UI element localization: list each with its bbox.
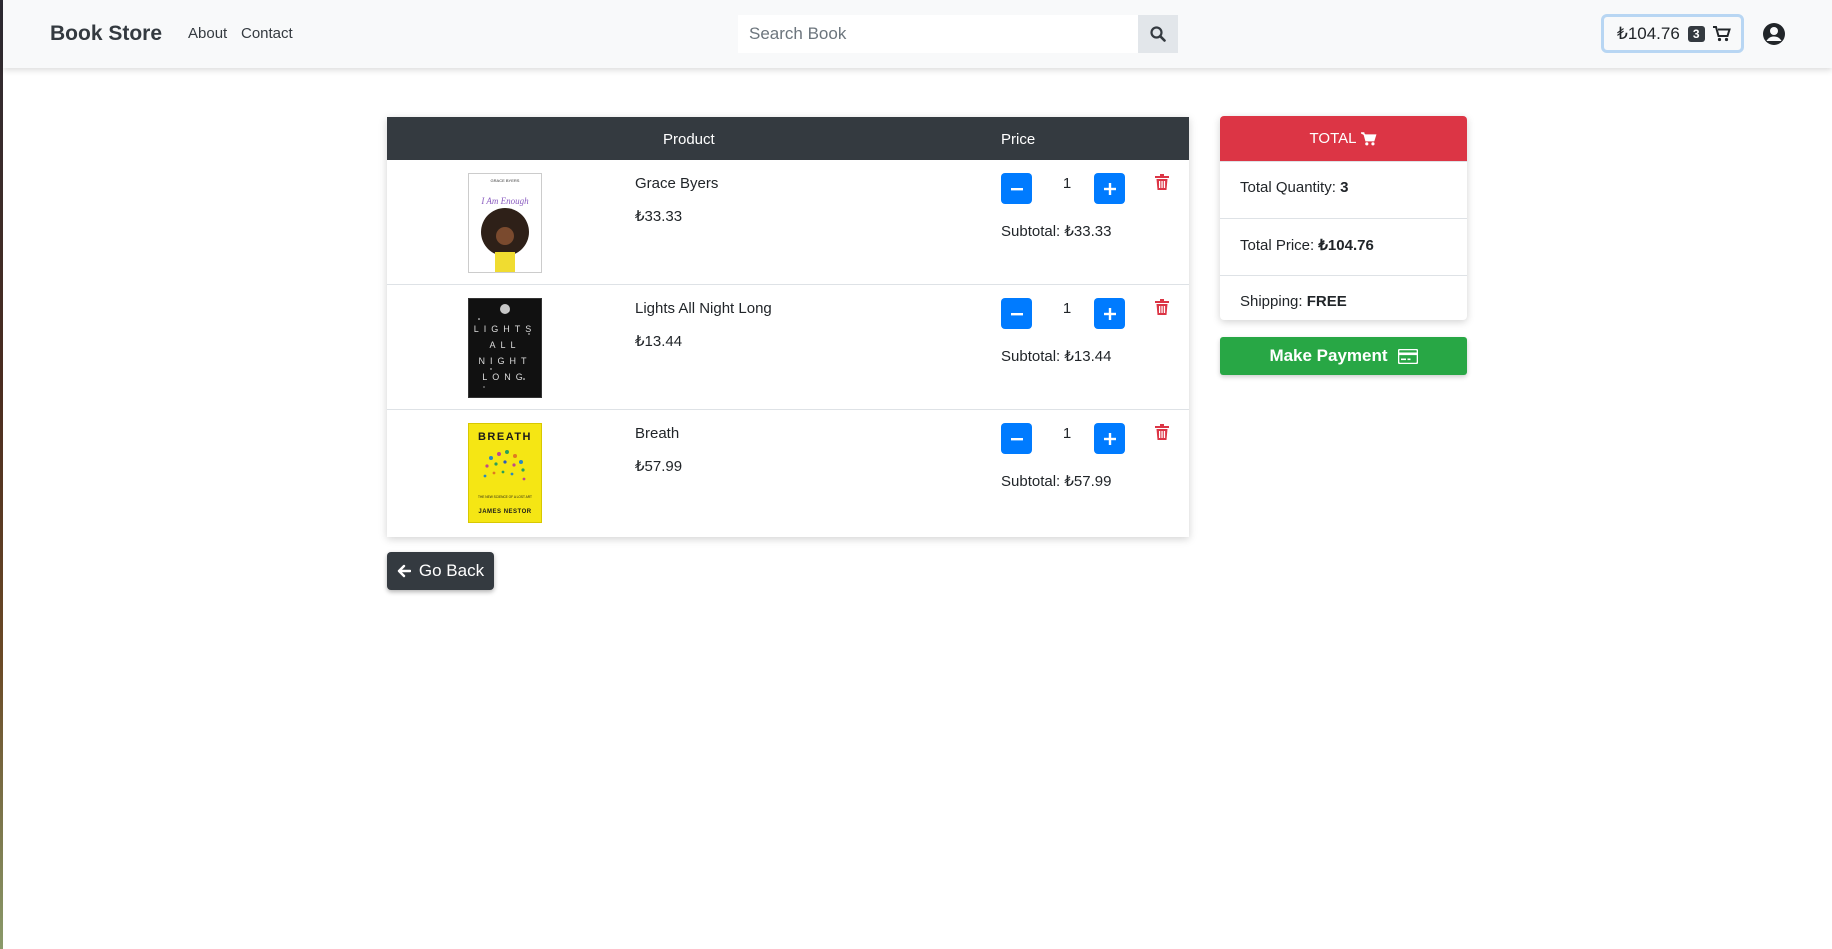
increase-quantity-button[interactable] — [1094, 173, 1125, 204]
cart-icon — [1361, 131, 1377, 145]
item-subtotal: Subtotal: ₺13.44 — [1001, 348, 1112, 365]
column-header-product: Product — [663, 131, 715, 148]
trash-icon — [1155, 424, 1169, 440]
shipping-value: FREE — [1306, 293, 1347, 310]
nav-link-about[interactable]: About — [188, 25, 227, 42]
nav-link-contact[interactable]: Contact — [241, 25, 293, 42]
cart-table: Product Price GRACE BYERS I Am Enough Gr… — [387, 117, 1189, 537]
summary-title: TOTAL — [1309, 130, 1357, 147]
book-cover-image: GRACE BYERS I Am Enough — [468, 173, 542, 273]
shipping-label: Shipping: — [1240, 293, 1303, 310]
window-edge — [0, 0, 3, 949]
product-name[interactable]: Grace Byers — [635, 175, 718, 192]
table-header: Product Price — [387, 117, 1189, 160]
total-price-value: ₺104.76 — [1318, 237, 1374, 254]
user-circle-icon — [1763, 23, 1785, 45]
increase-quantity-button[interactable] — [1094, 423, 1125, 454]
quantity-value: 1 — [1062, 175, 1072, 192]
delete-item-button[interactable] — [1155, 174, 1169, 190]
trash-icon — [1155, 174, 1169, 190]
minus-icon — [1010, 312, 1023, 315]
product-price: ₺57.99 — [635, 458, 683, 475]
cover-title-text: I Am Enough — [480, 196, 529, 206]
shipping-row: Shipping: FREE — [1220, 275, 1467, 320]
book-cover-image: LIGHTS ALL NIGHT LONG — [468, 298, 542, 398]
delete-item-button[interactable] — [1155, 424, 1169, 440]
make-payment-label: Make Payment — [1269, 346, 1388, 365]
cover-author-text: JAMES NESTOR — [478, 509, 531, 515]
total-quantity-row: Total Quantity: 3 — [1220, 161, 1467, 218]
product-name[interactable]: Breath — [635, 425, 679, 442]
cart-icon — [1712, 25, 1731, 41]
search-button[interactable] — [1138, 15, 1178, 53]
arrow-left-icon — [397, 564, 411, 578]
plus-icon — [1103, 432, 1116, 445]
table-row: GRACE BYERS I Am Enough Grace Byers ₺33.… — [387, 160, 1189, 285]
summary-header: TOTAL — [1220, 116, 1467, 161]
go-back-button[interactable]: Go Back — [387, 552, 494, 590]
item-subtotal: Subtotal: ₺57.99 — [1001, 473, 1112, 490]
product-name[interactable]: Lights All Night Long — [635, 300, 772, 317]
minus-icon — [1010, 187, 1023, 190]
product-price: ₺13.44 — [635, 333, 683, 350]
navbar: Book Store About Contact ₺104.76 3 — [3, 0, 1832, 68]
table-row: LIGHTS ALL NIGHT LONG Lights All Night L… — [387, 285, 1189, 410]
column-header-price: Price — [1001, 131, 1036, 148]
trash-icon — [1155, 299, 1169, 315]
book-cover-image: BREATH THE NEW SCIENCE OF A LOST ART JAM… — [468, 423, 542, 523]
cart-total: ₺104.76 — [1617, 23, 1680, 43]
order-summary-card: TOTAL Total Quantity: 3 Total Price: ₺10… — [1220, 116, 1467, 320]
product-price: ₺33.33 — [635, 208, 683, 225]
minus-icon — [1010, 437, 1023, 440]
cover-title-text: BREATH — [478, 431, 532, 443]
quantity-value: 1 — [1062, 300, 1072, 317]
total-quantity-label: Total Quantity: — [1240, 179, 1336, 196]
user-account-button[interactable] — [1762, 22, 1786, 46]
table-row: BREATH THE NEW SCIENCE OF A LOST ART JAM… — [387, 410, 1189, 535]
cover-title-text: LIGHTS ALL NIGHT LONG — [473, 324, 537, 382]
search-icon — [1150, 26, 1166, 42]
plus-icon — [1103, 307, 1116, 320]
search-input[interactable] — [738, 15, 1141, 53]
total-price-label: Total Price: — [1240, 237, 1315, 254]
make-payment-button[interactable]: Make Payment — [1220, 337, 1467, 375]
delete-item-button[interactable] — [1155, 299, 1169, 315]
quantity-value: 1 — [1062, 425, 1072, 442]
item-subtotal: Subtotal: ₺33.33 — [1001, 223, 1112, 240]
brand-logo[interactable]: Book Store — [50, 22, 162, 46]
go-back-label: Go Back — [418, 561, 485, 580]
cover-subtitle-text: THE NEW SCIENCE OF A LOST ART — [478, 495, 532, 499]
total-quantity-value: 3 — [1340, 179, 1349, 196]
credit-card-icon — [1397, 348, 1418, 364]
decrease-quantity-button[interactable] — [1001, 173, 1032, 204]
decrease-quantity-button[interactable] — [1001, 298, 1032, 329]
cart-count-badge: 3 — [1687, 25, 1705, 42]
decrease-quantity-button[interactable] — [1001, 423, 1032, 454]
increase-quantity-button[interactable] — [1094, 298, 1125, 329]
total-price-row: Total Price: ₺104.76 — [1220, 218, 1467, 275]
plus-icon — [1103, 182, 1116, 195]
cart-button[interactable]: ₺104.76 3 — [1601, 14, 1744, 53]
cover-author-text: GRACE BYERS — [491, 178, 520, 183]
